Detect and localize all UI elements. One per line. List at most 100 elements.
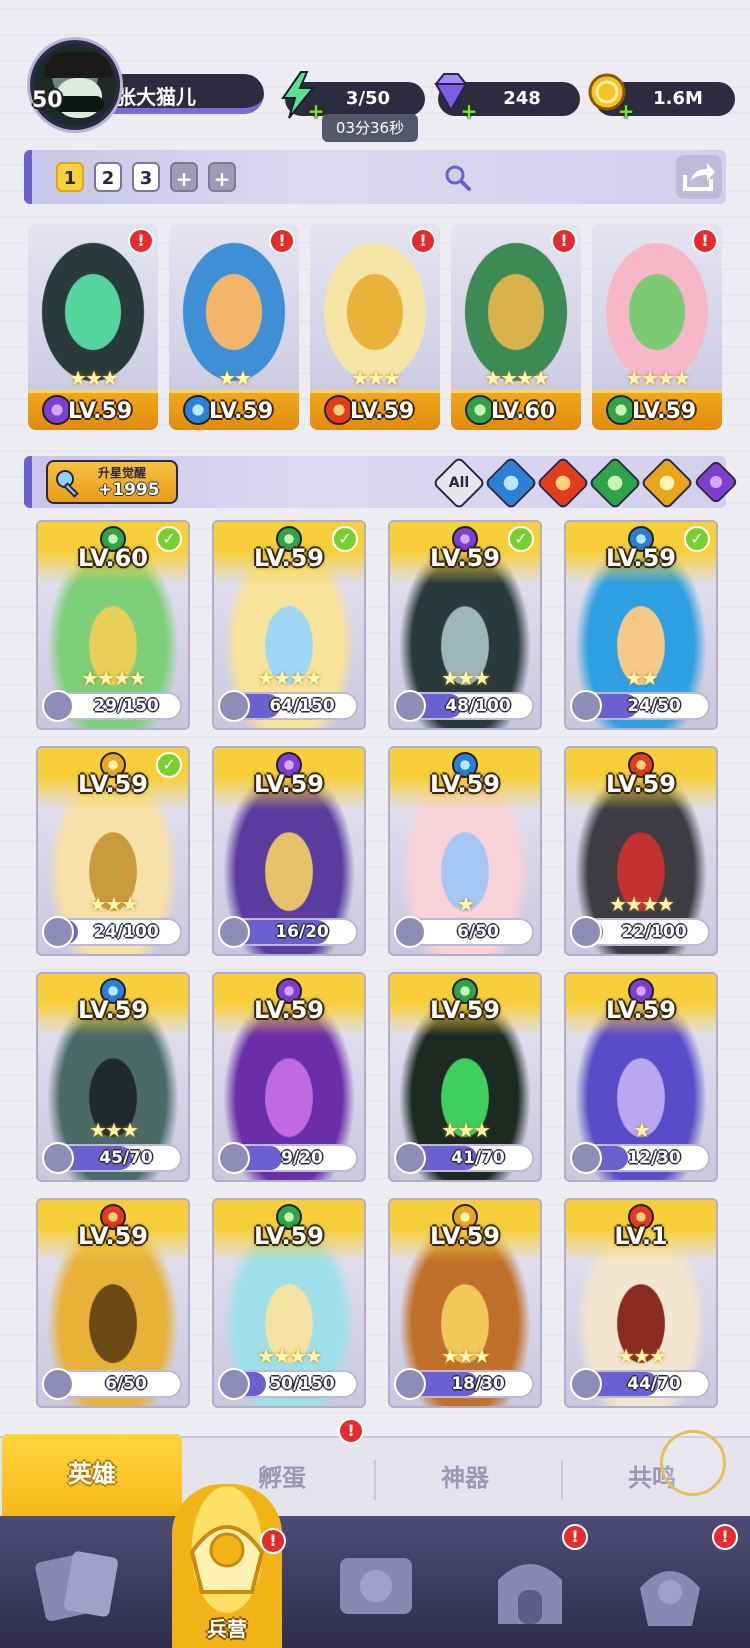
star-rating: ★★★: [351, 366, 401, 390]
sub-tab-bar: 英雄 孵蛋 神器 共鸣 !: [0, 1418, 750, 1518]
filter-bar: 升星觉醒 +1995 All: [24, 456, 739, 510]
hero-card[interactable]: LV.59 ★ 6/50: [388, 746, 542, 956]
fragment-progress: 6/50: [42, 1368, 182, 1400]
hero-level: LV.59: [606, 770, 676, 798]
player-level: 50: [32, 88, 63, 113]
team-slot-3[interactable]: 3: [132, 162, 160, 192]
team-slot-1[interactable]: 1: [56, 162, 84, 192]
coin-counter[interactable]: + 1.6M: [588, 73, 735, 121]
nav-temple[interactable]: [480, 1544, 580, 1634]
star-rating: ★★★: [441, 666, 491, 690]
filter-all-button[interactable]: All: [432, 456, 486, 510]
fragment-progress: 48/100: [394, 690, 534, 722]
filter-all-label: All: [448, 475, 470, 491]
team-slot-add-2[interactable]: +: [208, 162, 236, 192]
team-hero-card[interactable]: ★★★ LV.59 !: [28, 224, 158, 430]
nav-barracks[interactable]: 兵营: [172, 1484, 282, 1648]
hero-card[interactable]: ✓ LV.59 ★★★ 48/100: [388, 520, 542, 730]
hero-level: LV.59: [606, 544, 676, 572]
share-button[interactable]: [676, 155, 722, 199]
filter-fire-icon[interactable]: [536, 456, 590, 510]
fragment-progress: 44/70: [570, 1368, 710, 1400]
fragment-icon: [570, 916, 602, 948]
hero-level: LV.59: [430, 996, 500, 1024]
team-hero-card[interactable]: ★★★ LV.59 !: [310, 224, 440, 430]
team-hero-card[interactable]: ★★ LV.59 !: [169, 224, 299, 430]
fragment-count: 24/100: [93, 922, 159, 942]
filter-dark-icon[interactable]: [693, 459, 739, 505]
hero-card[interactable]: LV.59 ★★★ 45/70: [36, 972, 190, 1182]
team-slot-2[interactable]: 2: [94, 162, 122, 192]
fragment-progress: 22/100: [570, 916, 710, 948]
hero-card[interactable]: ✓ LV.59 ★★★★ 64/150: [212, 520, 366, 730]
fragment-progress: 24/50: [570, 690, 710, 722]
fragment-icon: [394, 916, 426, 948]
fragment-count: 29/150: [93, 696, 159, 716]
fragment-count: 44/70: [627, 1374, 681, 1394]
floating-assist-button[interactable]: [660, 1430, 726, 1496]
hero-card[interactable]: LV.59 6/50: [36, 1198, 190, 1408]
fragment-count: 24/50: [627, 696, 681, 716]
hero-card[interactable]: LV.59 ★★★ 41/70: [388, 972, 542, 1182]
filter-water-icon[interactable]: [484, 456, 538, 510]
team-hero-card[interactable]: ★★★★ LV.60 !: [451, 224, 581, 430]
star-rating: ★★★: [89, 892, 139, 916]
hero-card[interactable]: LV.59 ★★★★ 50/150: [212, 1198, 366, 1408]
star-rating: ★★★★: [81, 666, 147, 690]
fragment-icon: [42, 1368, 74, 1400]
team-hero-card[interactable]: ★★★★ LV.59 !: [592, 224, 722, 430]
fragment-progress: 64/150: [218, 690, 358, 722]
tab-artifact[interactable]: 神器: [375, 1438, 555, 1518]
fragment-count: 9/20: [281, 1148, 323, 1168]
hero-level: LV.59: [430, 770, 500, 798]
star-rating: ★: [633, 1118, 651, 1142]
fragment-icon: [394, 1142, 426, 1174]
team-slot-add-1[interactable]: +: [170, 162, 198, 192]
star-rating: ★★★: [441, 1118, 491, 1142]
hero-card[interactable]: LV.59 ★★★★ 22/100: [564, 746, 718, 956]
nav-cards[interactable]: [30, 1544, 130, 1634]
fragment-progress: 45/70: [42, 1142, 182, 1174]
tab-heroes[interactable]: 英雄: [2, 1434, 182, 1518]
hero-card[interactable]: LV.59 9/20: [212, 972, 366, 1182]
fragment-icon: [570, 690, 602, 722]
star-awaken-count: +1995: [98, 480, 160, 500]
fragment-icon: [218, 1368, 250, 1400]
hero-level: LV.59: [430, 544, 500, 572]
star-rating: ★★: [625, 666, 659, 690]
gem-counter[interactable]: + 248: [434, 73, 580, 121]
energy-counter[interactable]: + 3/50: [281, 71, 425, 121]
hero-card[interactable]: ✓ LV.59 ★★ 24/50: [564, 520, 718, 730]
top-bar: 张大猫儿 50 + 3/50 03分36秒 + 248 + 1.6M: [0, 36, 750, 146]
hero-level: LV.59: [78, 996, 148, 1024]
temple-icon: [498, 1564, 562, 1624]
fragment-icon: [42, 1142, 74, 1174]
star-awaken-button[interactable]: 升星觉醒 +1995: [46, 460, 178, 504]
star-rating: ★★★★: [625, 366, 691, 390]
hero-card[interactable]: ✓ LV.60 ★★★★ 29/150: [36, 520, 190, 730]
player-name-bar[interactable]: 张大猫儿: [104, 74, 264, 114]
filter-wind-icon[interactable]: [588, 456, 642, 510]
search-icon[interactable]: [442, 162, 472, 192]
hero-level: LV.1: [614, 1222, 668, 1250]
fragment-count: 6/50: [105, 1374, 147, 1394]
avatar[interactable]: [30, 40, 120, 130]
nav-shop[interactable]: [620, 1544, 720, 1634]
gem-value: 248: [503, 88, 541, 109]
hero-level: LV.59: [254, 996, 324, 1024]
hero-level: LV.59: [632, 399, 697, 424]
hero-level: LV.59: [430, 1222, 500, 1250]
fragment-count: 41/70: [451, 1148, 505, 1168]
hero-card[interactable]: LV.59 16/20: [212, 746, 366, 956]
energy-timer: 03分36秒: [322, 114, 418, 142]
hero-card[interactable]: ✓ LV.59 ★★★ 24/100: [36, 746, 190, 956]
player-name: 张大猫儿: [116, 85, 196, 109]
hero-alert-badge: !: [551, 228, 577, 254]
fragment-icon: [218, 1142, 250, 1174]
hero-card[interactable]: LV.1 ★★★ 44/70: [564, 1198, 718, 1408]
filter-light-icon[interactable]: [640, 456, 694, 510]
hero-card[interactable]: LV.59 ★ 12/30: [564, 972, 718, 1182]
nav-map[interactable]: [326, 1544, 426, 1634]
hero-card[interactable]: LV.59 ★★★ 18/30: [388, 1198, 542, 1408]
nav-barracks-alert: !: [260, 1528, 286, 1554]
